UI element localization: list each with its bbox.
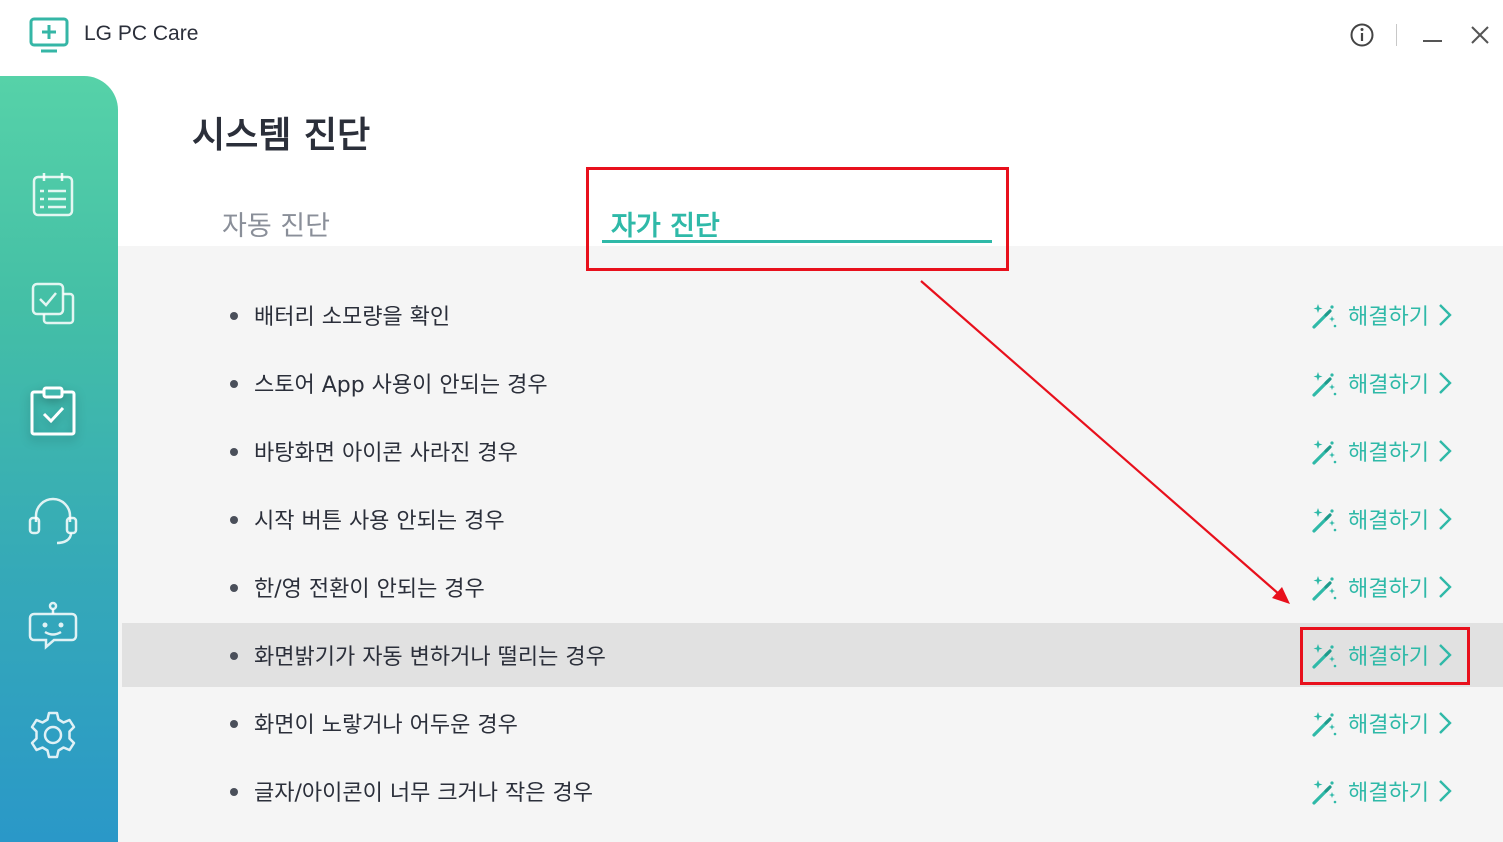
minimize-button[interactable] bbox=[1420, 22, 1446, 48]
chevron-right-icon bbox=[1439, 576, 1452, 598]
magic-wand-icon bbox=[1312, 372, 1337, 397]
fix-button[interactable]: 해결하기 bbox=[1310, 567, 1460, 607]
headset-icon bbox=[28, 497, 78, 545]
clipboard-check-icon bbox=[30, 386, 76, 436]
chevron-right-icon bbox=[1439, 644, 1452, 666]
bullet-dot bbox=[230, 516, 238, 524]
list-item-label: 한/영 전환이 안되는 경우 bbox=[254, 577, 485, 602]
list-item: 한/영 전환이 안되는 경우 해결하기 bbox=[122, 555, 1503, 619]
checklist-icon bbox=[32, 173, 74, 217]
titlebar-divider bbox=[1396, 24, 1397, 46]
bullet-dot bbox=[230, 788, 238, 796]
page-title: 시스템 진단 bbox=[192, 115, 371, 156]
list-item: 화면밝기가 자동 변하거나 떨리는 경우 해결하기 bbox=[122, 623, 1503, 687]
fix-button-label: 해결하기 bbox=[1348, 645, 1429, 670]
sidebar-item-support[interactable] bbox=[24, 490, 82, 548]
bullet-dot bbox=[230, 380, 238, 388]
magic-wand-icon bbox=[1312, 508, 1337, 533]
app-title: LG PC Care bbox=[84, 22, 199, 45]
fix-button-label: 해결하기 bbox=[1348, 781, 1429, 806]
list-item: 배터리 소모량을 확인 해결하기 bbox=[122, 283, 1503, 347]
list-item-label: 화면밝기가 자동 변하거나 떨리는 경우 bbox=[254, 645, 606, 670]
list-item-label: 글자/아이콘이 너무 크거나 작은 경우 bbox=[254, 781, 593, 806]
fix-button-label: 해결하기 bbox=[1348, 373, 1429, 398]
sidebar bbox=[0, 76, 118, 842]
fix-button[interactable]: 해결하기 bbox=[1310, 431, 1460, 471]
magic-wand-icon bbox=[1312, 712, 1337, 737]
fix-button[interactable]: 해결하기 bbox=[1310, 771, 1460, 811]
fix-button[interactable]: 해결하기 bbox=[1310, 295, 1460, 335]
list-item: 바탕화면 아이콘 사라진 경우 해결하기 bbox=[122, 419, 1503, 483]
list-item-label: 스토어 App 사용이 안되는 경우 bbox=[254, 373, 548, 398]
bullet-dot bbox=[230, 652, 238, 660]
chevron-right-icon bbox=[1439, 372, 1452, 394]
magic-wand-icon bbox=[1312, 644, 1337, 669]
bullet-dot bbox=[230, 720, 238, 728]
list-item: 글자/아이콘이 너무 크거나 작은 경우 해결하기 bbox=[122, 759, 1503, 823]
list-item: 화면이 노랗거나 어두운 경우 해결하기 bbox=[122, 691, 1503, 755]
fix-button-label: 해결하기 bbox=[1348, 441, 1429, 466]
info-icon bbox=[1350, 23, 1374, 47]
list-item-label: 시작 버튼 사용 안되는 경우 bbox=[254, 509, 505, 534]
list-item: 스토어 App 사용이 안되는 경우 해결하기 bbox=[122, 351, 1503, 415]
list-item-label: 배터리 소모량을 확인 bbox=[254, 305, 451, 330]
bullet-dot bbox=[230, 448, 238, 456]
fix-button[interactable]: 해결하기 bbox=[1310, 635, 1460, 675]
bullet-dot bbox=[230, 312, 238, 320]
title-bar: LG PC Care bbox=[0, 0, 1503, 76]
fix-button-label: 해결하기 bbox=[1348, 305, 1429, 330]
magic-wand-icon bbox=[1312, 780, 1337, 805]
chevron-right-icon bbox=[1439, 712, 1452, 734]
info-button[interactable] bbox=[1349, 22, 1375, 48]
fix-button[interactable]: 해결하기 bbox=[1310, 703, 1460, 743]
close-button[interactable] bbox=[1467, 22, 1493, 48]
bullet-dot bbox=[230, 584, 238, 592]
check-copy-icon bbox=[31, 282, 75, 325]
magic-wand-icon bbox=[1312, 440, 1337, 465]
list-item-label: 화면이 노랗거나 어두운 경우 bbox=[254, 713, 518, 738]
magic-wand-icon bbox=[1312, 576, 1337, 601]
chevron-right-icon bbox=[1439, 780, 1452, 802]
fix-button-label: 해결하기 bbox=[1348, 509, 1429, 534]
list-item-label: 바탕화면 아이콘 사라진 경우 bbox=[254, 441, 518, 466]
chevron-right-icon bbox=[1439, 440, 1452, 462]
tab-auto-diagnosis[interactable]: 자동 진단 bbox=[222, 204, 330, 243]
chevron-right-icon bbox=[1439, 508, 1452, 530]
fix-button[interactable]: 해결하기 bbox=[1310, 363, 1460, 403]
sidebar-item-checklist[interactable] bbox=[24, 165, 82, 223]
fix-button-label: 해결하기 bbox=[1348, 713, 1429, 738]
monitor-plus-icon bbox=[29, 17, 69, 53]
magic-wand-icon bbox=[1312, 304, 1337, 329]
sidebar-item-self-diagnosis[interactable] bbox=[24, 382, 82, 440]
close-icon bbox=[1471, 26, 1489, 44]
sidebar-item-chatbot[interactable] bbox=[24, 598, 82, 656]
fix-button-label: 해결하기 bbox=[1348, 577, 1429, 602]
tab-self-diagnosis[interactable]: 자가 진단 bbox=[611, 204, 720, 243]
sidebar-item-check-copy[interactable] bbox=[24, 274, 82, 332]
minimize-icon bbox=[1423, 40, 1442, 42]
chatbot-icon bbox=[28, 601, 78, 650]
sidebar-item-settings[interactable] bbox=[24, 706, 82, 764]
gear-icon bbox=[30, 711, 76, 759]
list-item: 시작 버튼 사용 안되는 경우 해결하기 bbox=[122, 487, 1503, 551]
active-tab-indicator bbox=[602, 240, 992, 243]
fix-button[interactable]: 해결하기 bbox=[1310, 499, 1460, 539]
chevron-right-icon bbox=[1439, 304, 1452, 326]
